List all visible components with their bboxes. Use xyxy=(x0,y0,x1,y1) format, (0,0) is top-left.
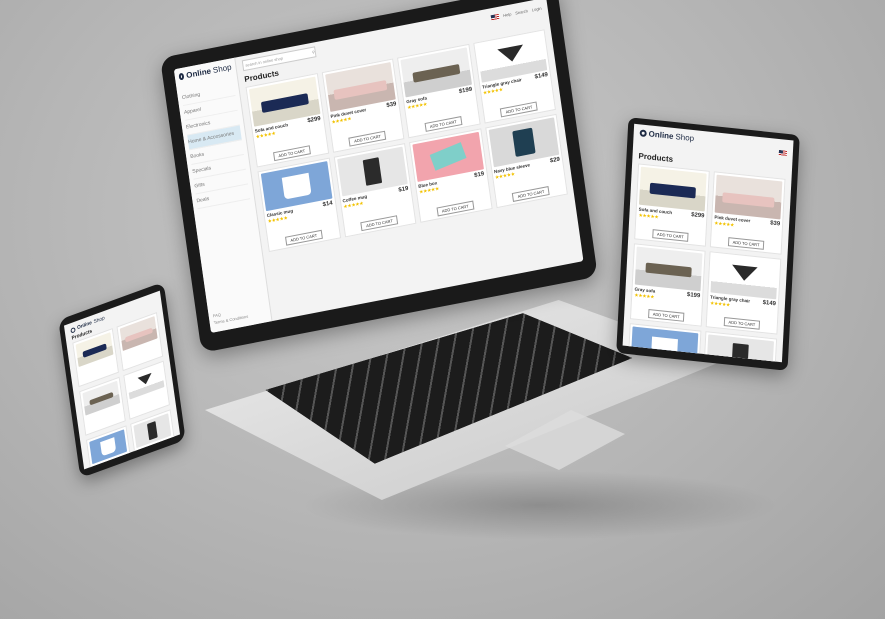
product-image[interactable] xyxy=(714,174,783,220)
main-content: search in online shop ⚲ Help Search Logi… xyxy=(235,0,583,321)
tablet-screen: Online Shop Products Sofa and couch $299 ★★… xyxy=(622,123,794,363)
add-to-cart-button[interactable]: ADD TO CART xyxy=(360,215,399,232)
product-card[interactable]: Navy blue sleeve $29 ★★★★★ ADD TO CART xyxy=(484,113,568,209)
add-to-cart-button[interactable]: ADD TO CART xyxy=(424,116,463,132)
main-content: Online Shop Products xyxy=(64,291,181,470)
product-grid: Sofa and couch $299 ★★★★★ ADD TO CART Pink d… xyxy=(625,163,786,363)
us-flag-icon[interactable] xyxy=(490,13,500,21)
product-card[interactable]: Pink duvet cover $39 ★★★★★ ADD TO CART xyxy=(709,171,786,255)
brand-logo[interactable]: Online Shop xyxy=(178,63,232,82)
add-to-cart-button[interactable]: ADD TO CART xyxy=(647,308,685,322)
add-to-cart-button[interactable]: ADD TO CART xyxy=(500,101,538,118)
product-card[interactable] xyxy=(136,457,181,470)
laptop-lid: Online Shop Clothing Apparel Electronics … xyxy=(160,0,598,353)
phone: Online Shop Products xyxy=(58,281,186,479)
product-card[interactable] xyxy=(130,409,177,469)
product-image[interactable] xyxy=(634,246,703,292)
product-image[interactable] xyxy=(82,380,121,416)
product-image[interactable] xyxy=(133,413,172,449)
brand-bold: Online xyxy=(185,66,212,81)
add-to-cart-button[interactable]: ADD TO CART xyxy=(727,237,765,250)
brand-bold: Online xyxy=(648,129,674,141)
help-link[interactable]: Help xyxy=(503,11,512,17)
product-card[interactable]: Coffee mug$19★★★★★ADD TO CART xyxy=(701,331,778,363)
product-card[interactable]: Pink duvet cover $39 ★★★★★ ADD TO CART xyxy=(321,58,405,153)
search-icon: ⚲ xyxy=(311,49,316,55)
add-to-cart-button[interactable]: ADD TO CART xyxy=(436,200,475,217)
add-to-cart-button[interactable]: ADD TO CART xyxy=(723,316,761,330)
tablet: Online Shop Products Sofa and couch $299 ★★… xyxy=(616,117,800,371)
phone-screen: Online Shop Products xyxy=(63,290,181,470)
product-card[interactable]: Blue box $19 ★★★★★ ADD TO CART xyxy=(408,128,493,223)
brand-light: Shop xyxy=(675,132,695,144)
product-card[interactable]: Classic mug$14★★★★★ADD TO CART xyxy=(257,157,341,253)
product-card[interactable]: Triangle gray chair $149 ★★★★★ ADD TO CART xyxy=(472,29,556,124)
product-image[interactable] xyxy=(89,429,128,465)
product-image[interactable] xyxy=(706,334,774,363)
logo-icon xyxy=(70,326,76,334)
add-to-cart-button[interactable]: ADD TO CART xyxy=(272,145,311,162)
shop-ui-laptop: Online Shop Clothing Apparel Electronics … xyxy=(173,0,584,333)
product-card[interactable]: Coffee mug$19★★★★★ADD TO CART xyxy=(333,143,417,238)
add-to-cart-button[interactable]: ADD TO CART xyxy=(651,229,690,242)
shop-ui-tablet: Online Shop Products Sofa and couch $299 ★★… xyxy=(623,124,794,363)
main-content: Online Shop Products Sofa and couch $299 ★★… xyxy=(623,124,794,363)
laptop-screen: Online Shop Clothing Apparel Electronics … xyxy=(173,0,584,333)
add-to-cart-button[interactable]: ADD TO CART xyxy=(348,130,387,147)
us-flag-icon[interactable] xyxy=(778,150,787,156)
product-card[interactable]: Gray sofa $199 ★★★★★ ADD TO CART xyxy=(396,43,481,139)
add-to-cart-button[interactable]: ADD TO CART xyxy=(512,185,550,202)
product-card[interactable]: Sofa and couch $299 ★★★★★ ADD TO CART xyxy=(634,163,710,247)
product-grid: Sofa and couch $299 ★★★★★ ADD TO CART Pink d… xyxy=(245,29,568,253)
brand-light: Shop xyxy=(212,62,233,75)
brand-logo[interactable]: Online Shop xyxy=(639,128,694,143)
scene: Online Shop Clothing Apparel Electronics … xyxy=(0,0,885,619)
product-image[interactable] xyxy=(126,364,165,400)
add-to-cart-button[interactable]: ADD TO CART xyxy=(284,229,323,246)
logo-icon xyxy=(178,72,185,81)
logo-icon xyxy=(639,129,647,138)
footer-links: FAQ Terms & Conditions xyxy=(212,306,248,326)
product-card[interactable]: Gray sofa $199 ★★★★★ ADD TO CART xyxy=(629,243,706,327)
product-image[interactable] xyxy=(140,461,179,470)
product-image[interactable] xyxy=(638,166,707,212)
product-card[interactable]: Sofa and couch $299 ★★★★★ ADD TO CART xyxy=(245,73,329,168)
login-link[interactable]: Login xyxy=(532,6,542,13)
product-image[interactable] xyxy=(710,254,779,300)
search-placeholder: search in online shop xyxy=(245,55,284,68)
shop-ui-phone: Online Shop Products xyxy=(64,291,181,470)
search-link[interactable]: Search xyxy=(515,8,528,15)
product-card[interactable]: Triangle gray chair $149 ★★★★★ ADD TO CART xyxy=(705,251,782,335)
product-grid xyxy=(72,311,181,470)
